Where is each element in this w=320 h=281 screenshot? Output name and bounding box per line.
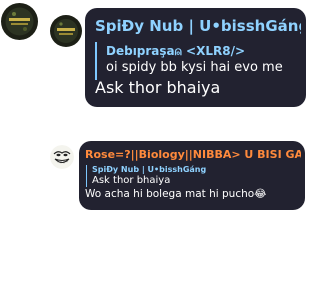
- message-bubble[interactable]: SpiÐy Nub | U•bisshGáng Debıpraşa⍝ <XLR8…: [85, 8, 306, 107]
- sender-name[interactable]: SpiÐy Nub | U•bisshGáng: [95, 17, 301, 35]
- message-bubble[interactable]: Rose=?||Biology||NIBBA> U BISI GAN... Sp…: [79, 141, 305, 210]
- reply-sender-name: Debıpraşa⍝ <XLR8/>: [106, 44, 246, 58]
- sender-name[interactable]: Rose=?||Biology||NIBBA> U BISI GAN...: [85, 148, 301, 161]
- avatar-image-icon: [1, 3, 38, 40]
- troll-face-avatar-icon: [50, 145, 74, 169]
- avatar[interactable]: [50, 15, 82, 47]
- avatar[interactable]: [50, 145, 74, 169]
- reply-sender-name: SpiÐy Nub | U•bisshGáng: [92, 165, 207, 174]
- reply-quote[interactable]: Debıpraşa⍝ <XLR8/> oi spidy bb kysi hai …: [95, 42, 295, 80]
- avatar[interactable]: [1, 3, 38, 40]
- reply-quote[interactable]: SpiÐy Nub | U•bisshGáng Ask thor bhaiya: [86, 165, 226, 187]
- reply-text: oi spidy bb kysi hai evo me: [106, 60, 283, 75]
- avatar-image-icon: [50, 15, 82, 47]
- message-text: Ask thor bhaiya: [95, 78, 221, 97]
- reply-text: Ask thor bhaiya: [92, 175, 171, 186]
- message-text: Wo acha hi bolega mat hi pucho😂: [85, 188, 267, 200]
